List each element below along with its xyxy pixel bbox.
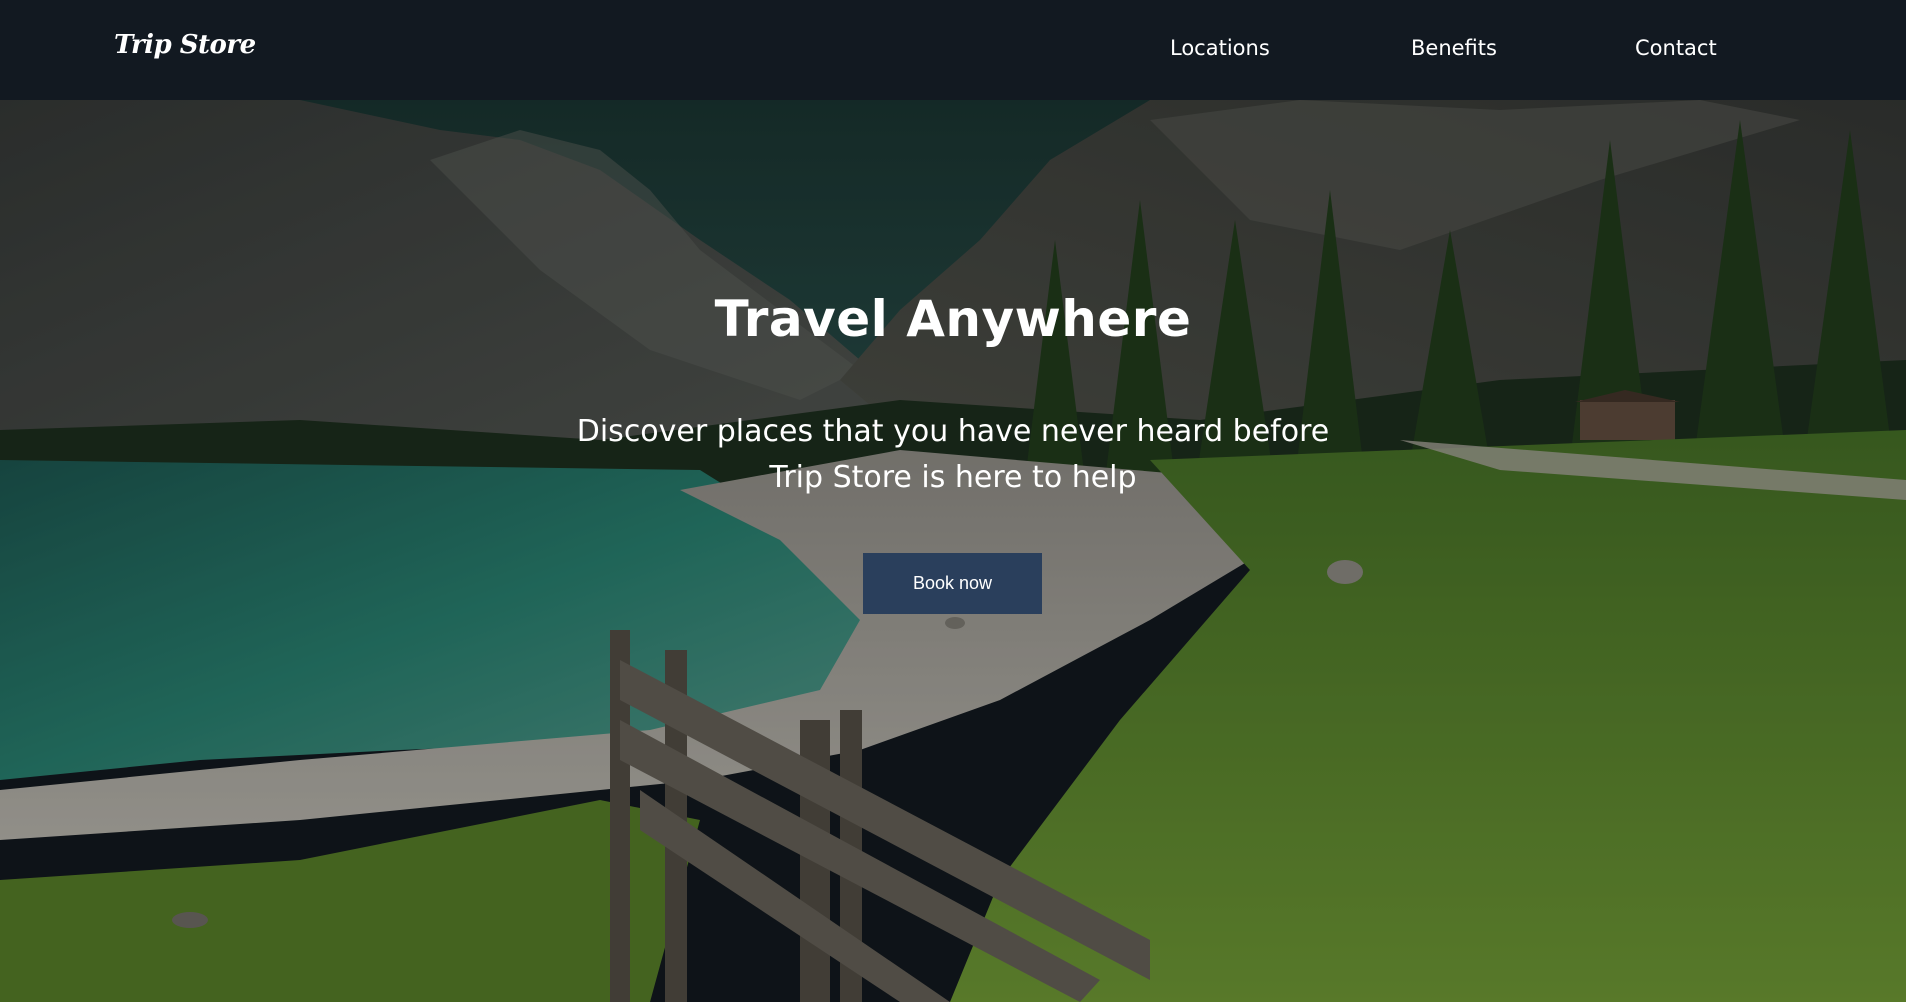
nav-link-contact[interactable]: Contact [1635,36,1717,60]
book-now-button[interactable]: Book now [863,553,1042,614]
hero-subtitle-line-2: Trip Store is here to help [769,460,1137,495]
nav-link-locations[interactable]: Locations [1170,36,1270,60]
top-navbar: Trip Store Locations Benefits Contact [0,0,1906,100]
site-logo[interactable]: Trip Store [114,30,256,60]
hero-dark-overlay [0,100,1906,1002]
hero-section [0,100,1906,1002]
hero-subtitle-line-1: Discover places that you have never hear… [576,414,1330,449]
page: Trip Store Locations Benefits Contact Tr… [0,0,1906,1002]
nav-link-benefits[interactable]: Benefits [1411,36,1497,60]
hero-title: Travel Anywhere [714,290,1192,348]
